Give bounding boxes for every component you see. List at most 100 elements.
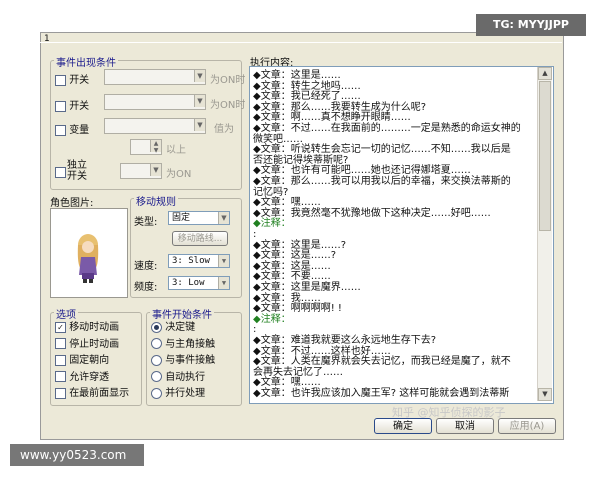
speed-label: 速度:	[134, 261, 158, 272]
contents-row[interactable]: ◆文章：这里是……?	[253, 240, 346, 251]
contents-row[interactable]: :	[253, 324, 256, 335]
contents-row[interactable]: ◆注释：	[253, 314, 291, 325]
contents-row-text: 记忆吗?	[253, 186, 289, 198]
option-walk-anim[interactable]: 移动时动画	[55, 320, 129, 337]
contents-row[interactable]: ◆文章：不要……	[253, 271, 331, 282]
switch2-checkbox[interactable]: 开关	[55, 97, 89, 112]
contents-row[interactable]: ◆文章：听说转生会忘记一切的记忆……不知……我以后是	[253, 144, 511, 155]
speed-select[interactable]: 3: Slow ▼	[168, 254, 230, 268]
self-switch-suffix: 为ON	[166, 169, 192, 180]
contents-row[interactable]: ◆文章：这里是……	[253, 70, 341, 81]
contents-row[interactable]: ◆文章：不过……在我面前的………一定是熟悉的命运女神的	[253, 123, 521, 134]
variable-checkbox[interactable]: 变量	[55, 121, 89, 136]
contents-row-text: ：	[280, 218, 291, 230]
contents-row[interactable]: ◆文章：啊啊啊啊! !	[253, 303, 342, 314]
contents-list[interactable]: ◆文章：这里是…… ◆文章：转生之地吗…… ◆文章：我已经死了…… ◆文章：那么……我…	[249, 66, 554, 404]
contents-row-tag: ◆文章	[253, 70, 281, 81]
contents-row-text: ：这是……?	[280, 250, 337, 262]
contents-row[interactable]: ◆文章：我已经死了……	[253, 91, 361, 102]
character-image-label: 角色图片:	[50, 198, 94, 209]
event-conditions-title: 事件出现条件	[54, 54, 118, 69]
character-image-box[interactable]	[50, 208, 128, 298]
contents-row[interactable]: ◆文章：嘿……	[253, 197, 321, 208]
contents-row[interactable]: ◆文章：转生之地吗……	[253, 81, 361, 92]
options-title: 选项	[54, 306, 78, 321]
contents-row-text: ：听说转生会忘记一切的记忆……不知……我以后是	[280, 144, 511, 156]
contents-row[interactable]: ◆文章：这里是魔界……	[253, 282, 361, 293]
trigger-action-button[interactable]: 决定键	[151, 320, 215, 337]
move-route-button[interactable]: 移动路线...	[172, 231, 228, 246]
contents-row-text: ：这里是……?	[280, 239, 347, 251]
option-step-anim[interactable]: 停止时动画	[55, 337, 129, 354]
trigger-list: 决定键 与主角接触 与事件接触 自动执行 并行处理	[151, 320, 215, 403]
freq-select[interactable]: 3: Low ▼	[168, 276, 230, 290]
contents-row-text: 微笑吧……	[253, 133, 303, 145]
contents-row[interactable]: ◆文章：也许有可能吧……她也还记得娜塔夏……	[253, 165, 471, 176]
scroll-down-icon[interactable]: ▼	[538, 388, 552, 401]
ok-button[interactable]: 确定	[374, 418, 432, 434]
contents-row-tag: ◆文章	[253, 303, 281, 315]
cancel-button[interactable]: 取消	[436, 418, 494, 434]
trigger-title: 事件开始条件	[150, 306, 214, 321]
contents-row-text: ：难道我就要这么永远地生存下去?	[280, 335, 437, 346]
contents-row[interactable]: ◆文章：啊……真不想睁开眼睛……	[253, 112, 411, 123]
move-type-select[interactable]: 固定 ▼	[168, 211, 230, 225]
contents-row-text: ：我……	[280, 292, 321, 304]
contents-scrollbar[interactable]: ▲ ▼	[537, 67, 552, 401]
contents-row[interactable]: ◆文章：那么……我可以用我以后的幸福，来交换法蒂斯的	[253, 176, 511, 187]
contents-row-text: ：啊……真不想睁开眼睛……	[280, 112, 411, 124]
apply-button[interactable]: 应用(A)	[498, 418, 556, 434]
variable-select[interactable]: ▼	[104, 118, 206, 134]
option-through[interactable]: 允许穿透	[55, 370, 129, 387]
scroll-thumb[interactable]	[539, 81, 551, 231]
contents-row-text: :	[253, 324, 257, 336]
contents-row-tag: ◆文章	[253, 345, 281, 357]
trigger-event-touch[interactable]: 与事件接触	[151, 353, 215, 370]
options-list: 移动时动画 停止时动画 固定朝向 允许穿透 在最前面显示	[55, 320, 129, 403]
contents-row[interactable]: ◆文章：我……	[253, 293, 321, 304]
contents-row-tag: ◆文章	[253, 123, 281, 134]
contents-row-text: ：转生之地吗……	[280, 80, 361, 92]
contents-row-text: ：不过……在我面前的………一定是熟悉的命运女神的	[280, 123, 521, 134]
self-switch-checkbox[interactable]	[55, 167, 66, 179]
contents-row-tag: ◆文章	[253, 176, 281, 187]
contents-row-tag: ◆文章	[253, 144, 281, 156]
variable-suffix: 值为	[214, 124, 234, 135]
contents-row[interactable]: 微笑吧……	[253, 134, 303, 145]
switch1-suffix: 为ON时	[210, 75, 246, 86]
contents-row[interactable]: ◆文章：嘿……	[253, 377, 321, 388]
variable-above-label: 以上	[166, 145, 186, 156]
switch2-select[interactable]: ▼	[104, 94, 206, 110]
contents-row-tag: ◆注释	[253, 218, 281, 230]
move-type-label: 类型:	[134, 217, 158, 228]
contents-row-text: ：这里是魔界……	[280, 282, 361, 293]
contents-row[interactable]: ◆文章：人类在魔界就会失去记忆，而我已经是魔了，就不	[253, 356, 511, 367]
contents-row[interactable]: 记忆吗?	[253, 187, 288, 198]
scroll-up-icon[interactable]: ▲	[538, 67, 552, 80]
contents-row[interactable]: ◆文章：难道我就要这么永远地生存下去?	[253, 335, 436, 346]
contents-row[interactable]: ◆文章：不过……这样也好……	[253, 346, 391, 357]
switch1-select[interactable]: ▼	[104, 69, 206, 85]
switch1-checkbox[interactable]: 开关	[55, 71, 89, 86]
contents-row[interactable]: :	[253, 229, 256, 240]
contents-row-tag: ◆文章	[253, 165, 281, 177]
self-switch-label: 独立 开关	[67, 160, 87, 182]
trigger-parallel[interactable]: 并行处理	[151, 386, 215, 403]
variable-value-input[interactable]: ▲ ▼	[130, 139, 162, 155]
option-always-on-top[interactable]: 在最前面显示	[55, 386, 129, 403]
contents-row-text: ：那么……我可以用我以后的幸福，来交换法蒂斯的	[280, 176, 511, 187]
contents-row-text: ：人类在魔界就会失去记忆，而我已经是魔了，就不	[280, 356, 511, 368]
contents-row[interactable]: ◆注释：	[253, 218, 291, 229]
option-direction-fix[interactable]: 固定朝向	[55, 353, 129, 370]
self-switch-select[interactable]: ▼	[120, 163, 162, 179]
contents-row-text: ：我已经死了……	[280, 91, 361, 103]
trigger-autorun[interactable]: 自动执行	[151, 370, 215, 387]
contents-row-tag: ◆文章	[253, 91, 281, 103]
contents-row-text: ：这里是……	[280, 70, 341, 81]
contents-row-text: ：不要……	[280, 271, 331, 283]
contents-row-text: ：啊啊啊啊! !	[280, 303, 342, 315]
contents-row-text: :	[253, 229, 257, 240]
contents-row[interactable]: ◆文章：也许我应该加入魔王军? 这样可能就会遇到法蒂斯	[253, 388, 509, 399]
trigger-player-touch[interactable]: 与主角接触	[151, 337, 215, 354]
contents-row[interactable]: ◆文章：这是……?	[253, 250, 336, 261]
